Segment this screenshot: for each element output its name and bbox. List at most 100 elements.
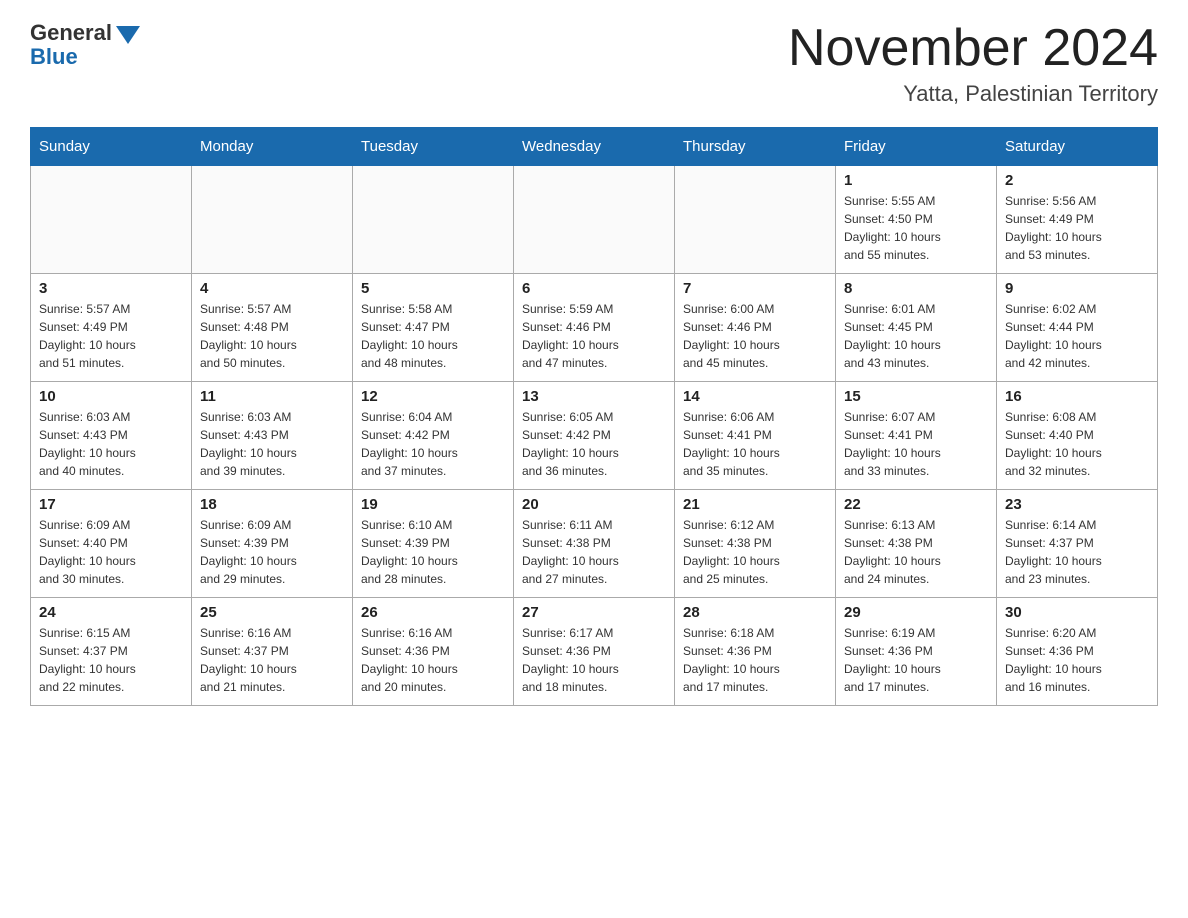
logo: General Blue	[30, 20, 140, 70]
calendar-week-row: 10 Sunrise: 6:03 AM Sunset: 4:43 PM Dayli…	[31, 382, 1158, 490]
calendar-day-header: Saturday	[997, 128, 1158, 166]
calendar-day-cell: 1Sunrise: 5:55 AM Sunset: 4:50 PM Daylig…	[836, 166, 997, 274]
day-info: Sunrise: 6:06 AM Sunset: 4:41 PM Dayligh…	[683, 408, 827, 480]
page-header: General Blue November 2024 Yatta, Palest…	[30, 20, 1158, 107]
calendar-day-cell: 21 Sunrise: 6:12 AM Sunset: 4:38 PM Dayli…	[675, 490, 836, 598]
day-info: Sunrise: 5:59 AM Sunset: 4:46 PM Dayligh…	[522, 300, 666, 372]
day-number: 26	[361, 604, 505, 621]
day-number: 16	[1005, 388, 1149, 405]
calendar-day-cell: 24 Sunrise: 6:15 AM Sunset: 4:37 PM Dayli…	[31, 598, 192, 706]
day-info: Sunrise: 6:08 AM Sunset: 4:40 PM Dayligh…	[1005, 408, 1149, 480]
day-number: 23	[1005, 496, 1149, 513]
calendar-day-cell: 13Sunrise: 6:05 AM Sunset: 4:42 PM Dayli…	[514, 382, 675, 490]
calendar-day-cell: 20 Sunrise: 6:11 AM Sunset: 4:38 PM Dayli…	[514, 490, 675, 598]
logo-blue-text: Blue	[30, 44, 78, 70]
calendar-day-cell: 22 Sunrise: 6:13 AM Sunset: 4:38 PM Dayli…	[836, 490, 997, 598]
day-info: Sunrise: 6:13 AM Sunset: 4:38 PM Dayligh…	[844, 516, 988, 588]
day-number: 6	[522, 280, 666, 297]
day-info: Sunrise: 6:09 AM Sunset: 4:39 PM Dayligh…	[200, 516, 344, 588]
calendar-day-cell: 17Sunrise: 6:09 AM Sunset: 4:40 PM Dayli…	[31, 490, 192, 598]
day-number: 22	[844, 496, 988, 513]
calendar-day-cell: 10Sunrise: 6:03 AM Sunset: 4:43 PM Dayli…	[31, 382, 192, 490]
day-number: 4	[200, 280, 344, 297]
day-info: Sunrise: 5:57 AM Sunset: 4:49 PM Dayligh…	[39, 300, 183, 372]
day-number: 27	[522, 604, 666, 621]
day-info: Sunrise: 6:18 AM Sunset: 4:36 PM Dayligh…	[683, 624, 827, 696]
day-info: Sunrise: 6:14 AM Sunset: 4:37 PM Dayligh…	[1005, 516, 1149, 588]
day-number: 28	[683, 604, 827, 621]
day-number: 14	[683, 388, 827, 405]
calendar-day-cell	[514, 166, 675, 274]
day-number: 24	[39, 604, 183, 621]
calendar-week-row: 17Sunrise: 6:09 AM Sunset: 4:40 PM Dayli…	[31, 490, 1158, 598]
day-number: 21	[683, 496, 827, 513]
title-block: November 2024 Yatta, Palestinian Territo…	[788, 20, 1158, 107]
location-title: Yatta, Palestinian Territory	[788, 81, 1158, 107]
day-number: 29	[844, 604, 988, 621]
day-info: Sunrise: 6:04 AM Sunset: 4:42 PM Dayligh…	[361, 408, 505, 480]
day-info: Sunrise: 6:00 AM Sunset: 4:46 PM Dayligh…	[683, 300, 827, 372]
calendar-day-header: Friday	[836, 128, 997, 166]
calendar-day-cell: 28 Sunrise: 6:18 AM Sunset: 4:36 PM Dayli…	[675, 598, 836, 706]
day-number: 8	[844, 280, 988, 297]
calendar-day-header: Tuesday	[353, 128, 514, 166]
calendar-day-cell: 11 Sunrise: 6:03 AM Sunset: 4:43 PM Dayli…	[192, 382, 353, 490]
day-number: 10	[39, 388, 183, 405]
calendar-day-cell: 8Sunrise: 6:01 AM Sunset: 4:45 PM Daylig…	[836, 274, 997, 382]
calendar-day-cell: 19Sunrise: 6:10 AM Sunset: 4:39 PM Dayli…	[353, 490, 514, 598]
calendar-day-cell: 26 Sunrise: 6:16 AM Sunset: 4:36 PM Dayli…	[353, 598, 514, 706]
day-number: 15	[844, 388, 988, 405]
calendar-day-header: Thursday	[675, 128, 836, 166]
day-number: 11	[200, 388, 344, 405]
calendar-day-cell: 25 Sunrise: 6:16 AM Sunset: 4:37 PM Dayli…	[192, 598, 353, 706]
day-number: 12	[361, 388, 505, 405]
calendar-day-cell: 15 Sunrise: 6:07 AM Sunset: 4:41 PM Dayli…	[836, 382, 997, 490]
day-info: Sunrise: 6:20 AM Sunset: 4:36 PM Dayligh…	[1005, 624, 1149, 696]
day-number: 18	[200, 496, 344, 513]
day-number: 25	[200, 604, 344, 621]
calendar-day-header: Monday	[192, 128, 353, 166]
day-number: 20	[522, 496, 666, 513]
calendar-day-cell: 9Sunrise: 6:02 AM Sunset: 4:44 PM Daylig…	[997, 274, 1158, 382]
calendar-day-cell: 29 Sunrise: 6:19 AM Sunset: 4:36 PM Dayli…	[836, 598, 997, 706]
day-info: Sunrise: 5:56 AM Sunset: 4:49 PM Dayligh…	[1005, 192, 1149, 264]
day-number: 2	[1005, 172, 1149, 189]
day-info: Sunrise: 6:07 AM Sunset: 4:41 PM Dayligh…	[844, 408, 988, 480]
calendar-week-row: 1Sunrise: 5:55 AM Sunset: 4:50 PM Daylig…	[31, 166, 1158, 274]
calendar-day-cell: 5 Sunrise: 5:58 AM Sunset: 4:47 PM Daylig…	[353, 274, 514, 382]
day-info: Sunrise: 6:19 AM Sunset: 4:36 PM Dayligh…	[844, 624, 988, 696]
calendar-day-cell: 23 Sunrise: 6:14 AM Sunset: 4:37 PM Dayli…	[997, 490, 1158, 598]
calendar-table: SundayMondayTuesdayWednesdayThursdayFrid…	[30, 127, 1158, 706]
day-info: Sunrise: 5:57 AM Sunset: 4:48 PM Dayligh…	[200, 300, 344, 372]
day-info: Sunrise: 6:16 AM Sunset: 4:37 PM Dayligh…	[200, 624, 344, 696]
calendar-day-cell	[31, 166, 192, 274]
calendar-day-cell: 12 Sunrise: 6:04 AM Sunset: 4:42 PM Dayli…	[353, 382, 514, 490]
calendar-day-cell: 3Sunrise: 5:57 AM Sunset: 4:49 PM Daylig…	[31, 274, 192, 382]
calendar-header-row: SundayMondayTuesdayWednesdayThursdayFrid…	[31, 128, 1158, 166]
day-info: Sunrise: 6:16 AM Sunset: 4:36 PM Dayligh…	[361, 624, 505, 696]
calendar-day-cell	[192, 166, 353, 274]
calendar-day-cell: 27Sunrise: 6:17 AM Sunset: 4:36 PM Dayli…	[514, 598, 675, 706]
calendar-day-cell: 6 Sunrise: 5:59 AM Sunset: 4:46 PM Daylig…	[514, 274, 675, 382]
calendar-day-cell: 16 Sunrise: 6:08 AM Sunset: 4:40 PM Dayli…	[997, 382, 1158, 490]
calendar-day-cell: 14 Sunrise: 6:06 AM Sunset: 4:41 PM Dayli…	[675, 382, 836, 490]
day-info: Sunrise: 6:15 AM Sunset: 4:37 PM Dayligh…	[39, 624, 183, 696]
day-info: Sunrise: 5:58 AM Sunset: 4:47 PM Dayligh…	[361, 300, 505, 372]
calendar-week-row: 24 Sunrise: 6:15 AM Sunset: 4:37 PM Dayli…	[31, 598, 1158, 706]
day-number: 5	[361, 280, 505, 297]
day-info: Sunrise: 6:09 AM Sunset: 4:40 PM Dayligh…	[39, 516, 183, 588]
calendar-day-cell: 7 Sunrise: 6:00 AM Sunset: 4:46 PM Daylig…	[675, 274, 836, 382]
calendar-day-cell: 2 Sunrise: 5:56 AM Sunset: 4:49 PM Daylig…	[997, 166, 1158, 274]
day-info: Sunrise: 6:11 AM Sunset: 4:38 PM Dayligh…	[522, 516, 666, 588]
day-info: Sunrise: 6:03 AM Sunset: 4:43 PM Dayligh…	[200, 408, 344, 480]
day-info: Sunrise: 6:12 AM Sunset: 4:38 PM Dayligh…	[683, 516, 827, 588]
day-number: 7	[683, 280, 827, 297]
calendar-week-row: 3Sunrise: 5:57 AM Sunset: 4:49 PM Daylig…	[31, 274, 1158, 382]
day-number: 13	[522, 388, 666, 405]
calendar-day-cell	[675, 166, 836, 274]
calendar-day-header: Sunday	[31, 128, 192, 166]
day-number: 1	[844, 172, 988, 189]
day-number: 30	[1005, 604, 1149, 621]
day-info: Sunrise: 6:10 AM Sunset: 4:39 PM Dayligh…	[361, 516, 505, 588]
calendar-day-cell: 4 Sunrise: 5:57 AM Sunset: 4:48 PM Daylig…	[192, 274, 353, 382]
